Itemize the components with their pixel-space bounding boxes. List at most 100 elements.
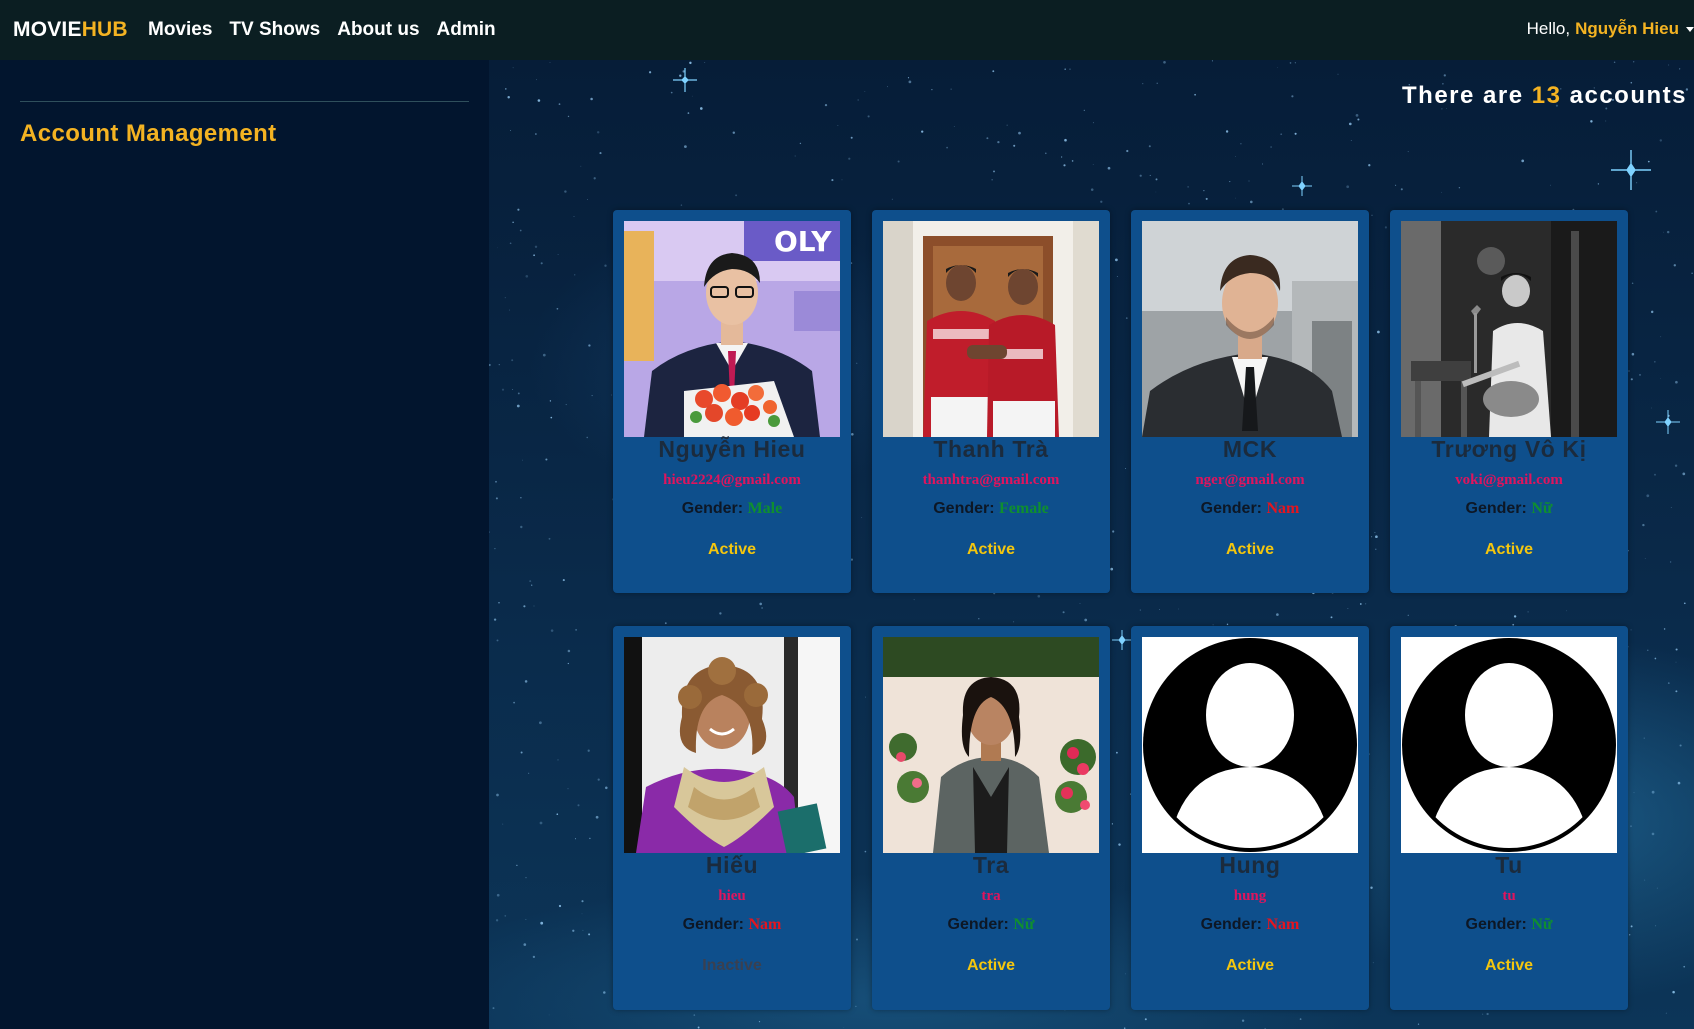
star-dot: [1597, 183, 1600, 185]
star-dot: [699, 107, 703, 110]
star-dot: [1348, 122, 1352, 126]
gender-label: Gender:: [1465, 500, 1527, 517]
account-card[interactable]: Tu tu Gender: Nữ Active: [1390, 626, 1628, 1010]
star-dot: [897, 160, 900, 163]
star-dot: [1337, 73, 1339, 75]
star-dot: [1371, 536, 1373, 538]
star-dot: [1675, 380, 1678, 384]
account-card[interactable]: Trương Vô Kị voki@gmail.com Gender: Nữ A…: [1390, 210, 1628, 593]
star-dot: [1527, 611, 1529, 613]
star-dot: [525, 919, 527, 920]
star-dot: [558, 904, 562, 908]
star-dot: [1100, 200, 1103, 203]
star-dot: [1673, 264, 1676, 267]
star-dot: [590, 97, 593, 101]
star-dot: [693, 1014, 696, 1016]
star-dot: [1125, 317, 1128, 319]
star-dot: [1069, 68, 1071, 70]
star-dot: [1350, 140, 1352, 141]
star-dot: [1261, 163, 1263, 165]
star-dot: [562, 579, 565, 582]
count-prefix: There are: [1402, 82, 1524, 109]
star-dot: [1368, 164, 1371, 167]
star-dot: [732, 131, 736, 134]
star-dot: [567, 649, 571, 653]
star-dot: [1482, 1013, 1484, 1015]
star-dot: [498, 364, 500, 366]
star-dot: [586, 436, 588, 439]
star-dot: [1289, 62, 1292, 64]
star-dot: [1037, 594, 1041, 598]
user-name: Nguyễn Hieu: [1575, 19, 1679, 38]
star-dot: [670, 91, 673, 94]
status-badge: Active: [1484, 541, 1534, 558]
star-dot: [1656, 887, 1658, 889]
star-dot: [1630, 825, 1632, 828]
star-dot: [1092, 164, 1094, 165]
status-badge: Active: [707, 541, 757, 558]
star-dot: [1226, 623, 1229, 626]
user-menu-dropdown[interactable]: Hello, Nguyễn Hieu: [1527, 19, 1694, 39]
sidebar-item-account-management[interactable]: Account Management: [20, 120, 277, 148]
star-dot: [548, 537, 551, 540]
star-dot: [1187, 186, 1189, 188]
star-dot: [605, 786, 608, 790]
star-dot: [1116, 276, 1118, 278]
gender-label: Gender:: [682, 916, 744, 933]
star-dot: [1159, 609, 1160, 611]
star-dot: [831, 179, 834, 182]
star-dot: [1294, 132, 1297, 135]
star-dot: [516, 864, 518, 867]
nav-link-about-us[interactable]: About us: [337, 19, 419, 41]
star-dot: [1235, 156, 1236, 157]
star-dot: [1235, 197, 1236, 199]
account-card[interactable]: Tra tra Gender: Nữ Active: [872, 626, 1110, 1010]
star-dot: [848, 157, 851, 160]
star-dot: [719, 612, 722, 615]
account-name: Tra: [972, 852, 1010, 878]
star-dot: [498, 602, 500, 604]
star-dot: [1064, 68, 1066, 70]
star-dot: [1663, 628, 1666, 630]
star-dot: [504, 915, 507, 917]
star-dot: [577, 804, 580, 807]
star-dot: [523, 943, 527, 946]
account-name: Tu: [1495, 852, 1523, 878]
star-dot: [856, 938, 858, 941]
account-card[interactable]: Hiếu hieu Gender: Nam Inactive: [613, 626, 851, 1010]
nav-link-admin[interactable]: Admin: [437, 19, 496, 41]
star-dot: [525, 877, 527, 879]
star-dot: [684, 145, 687, 148]
star-dot: [502, 823, 504, 825]
star-dot: [1666, 230, 1670, 234]
star-dot: [574, 274, 576, 276]
account-card[interactable]: OLY Nguyễn Hieu hieu2224@gmail.com Gende…: [613, 210, 851, 593]
sidebar-divider: [20, 101, 469, 102]
account-name: Nguyễn Hieu: [658, 436, 806, 462]
account-card[interactable]: Thanh Trà thanhtra@gmail.com Gender: Fem…: [872, 210, 1110, 593]
account-card[interactable]: MCK nger@gmail.com Gender: Nam Active: [1131, 210, 1369, 593]
star-dot: [604, 264, 607, 267]
star-dot: [1346, 185, 1350, 189]
star-dot: [1631, 282, 1634, 284]
star-dot: [519, 229, 522, 232]
account-card[interactable]: Hung hung Gender: Nam Active: [1131, 626, 1369, 1010]
star-dot: [1633, 61, 1635, 63]
nav-link-tv-shows[interactable]: TV Shows: [229, 19, 320, 41]
nav-link-movies[interactable]: Movies: [148, 19, 212, 41]
star-dot: [1359, 603, 1362, 605]
star-dot: [1291, 95, 1294, 98]
account-count: 13: [1531, 82, 1562, 109]
star-dot: [1549, 184, 1551, 186]
star-dot: [1241, 1019, 1245, 1022]
star-dot: [587, 749, 590, 752]
star-dot: [1144, 1018, 1147, 1021]
star-dot: [867, 115, 870, 118]
brand-logo[interactable]: MOVIEHUB: [13, 18, 128, 42]
star-dot: [610, 394, 612, 396]
star-dot: [1674, 464, 1678, 467]
gender-value: Female: [999, 500, 1049, 517]
star-dot: [1647, 649, 1649, 651]
star-dot: [1400, 188, 1403, 191]
star-dot: [1395, 184, 1397, 186]
